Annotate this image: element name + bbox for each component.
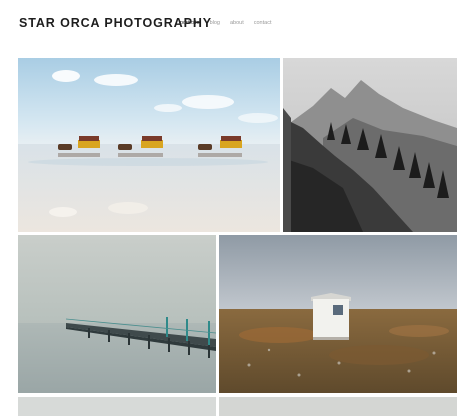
horse-carriages-beach-image [18, 58, 280, 232]
photo-partial-left[interactable] [18, 397, 216, 416]
partial-photo-image [18, 397, 216, 416]
photo-white-hut[interactable] [219, 235, 457, 393]
nav-about[interactable]: about [230, 20, 244, 26]
nav-blog[interactable]: blog [210, 20, 220, 26]
photo-partial-right[interactable] [219, 397, 457, 416]
mountain-cliff-image [283, 58, 457, 232]
nav-portfolio[interactable]: portfolio [180, 20, 200, 26]
photo-horse-carriages[interactable] [18, 58, 280, 232]
photo-mountain-cliff[interactable] [283, 58, 457, 232]
pier-fog-image [18, 235, 216, 393]
nav-contact[interactable]: contact [254, 20, 272, 26]
partial-photo-image [219, 397, 457, 416]
site-header: STAR ORCA PHOTOGRAPHY portfolio blog abo… [0, 0, 474, 50]
white-hut-tundra-image [219, 235, 457, 393]
main-nav: portfolio blog about contact [180, 20, 271, 26]
photo-foggy-pier[interactable] [18, 235, 216, 393]
